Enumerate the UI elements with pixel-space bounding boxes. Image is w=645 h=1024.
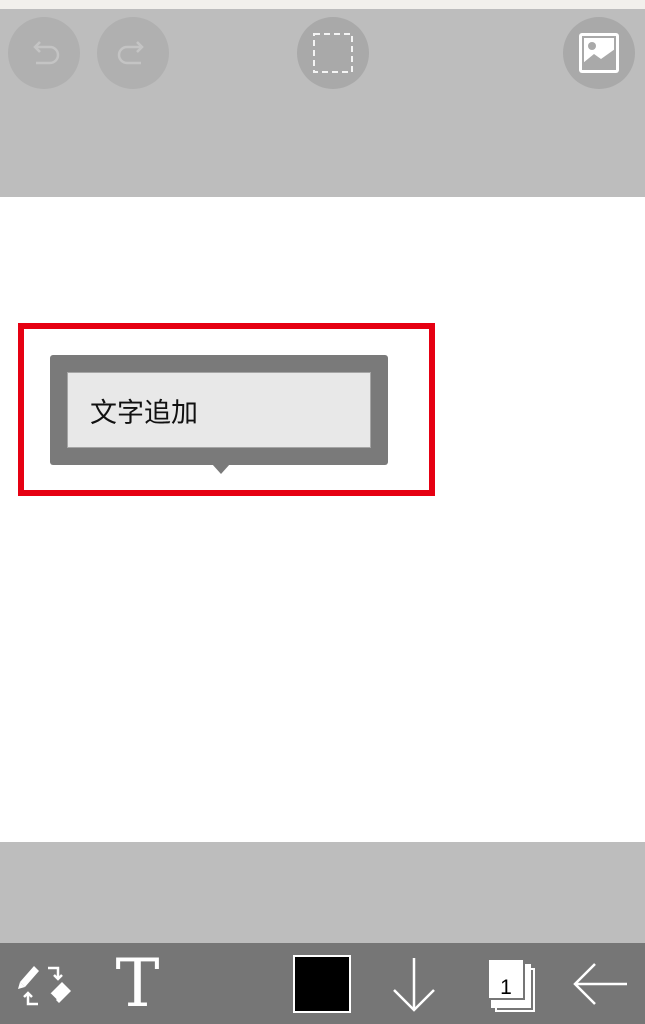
status-edge [0, 0, 645, 9]
current-color-swatch [293, 954, 351, 1013]
text-tool-label: T [115, 944, 160, 1022]
image-picture-icon [579, 33, 619, 73]
top-toolbar [0, 9, 645, 197]
pen-eraser-toggle-button[interactable] [10, 943, 80, 1024]
down-arrow-button[interactable] [384, 943, 444, 1024]
bottom-toolbar: T 1 [0, 943, 645, 1024]
back-button[interactable] [565, 943, 635, 1024]
arrow-left-icon [573, 962, 627, 1005]
pen-eraser-swap-icon [18, 965, 71, 1005]
undo-button[interactable] [8, 17, 80, 89]
text-tool-button[interactable]: T [100, 943, 175, 1024]
undo-arrow-icon [33, 41, 60, 65]
dashed-selection-icon [313, 33, 353, 73]
popup-pointer-arrow [212, 464, 230, 474]
drawing-app-screen: 文字追加 T 1 [0, 0, 645, 1024]
layers-stack-icon: 1 [479, 953, 535, 1015]
drawing-canvas[interactable] [0, 197, 645, 842]
color-picker-button[interactable] [288, 943, 356, 1024]
redo-arrow-icon [117, 41, 144, 65]
selection-button[interactable] [297, 17, 369, 89]
add-text-label: 文字追加 [90, 397, 198, 429]
layers-button[interactable]: 1 [472, 943, 542, 1024]
arrow-down-icon [393, 957, 435, 1012]
insert-image-button[interactable] [563, 17, 635, 89]
redo-button[interactable] [97, 17, 169, 89]
layer-count: 1 [500, 975, 512, 999]
bottom-panel [0, 842, 645, 943]
context-popup-menu: 文字追加 [50, 355, 388, 465]
add-text-menu-item[interactable]: 文字追加 [67, 372, 371, 448]
